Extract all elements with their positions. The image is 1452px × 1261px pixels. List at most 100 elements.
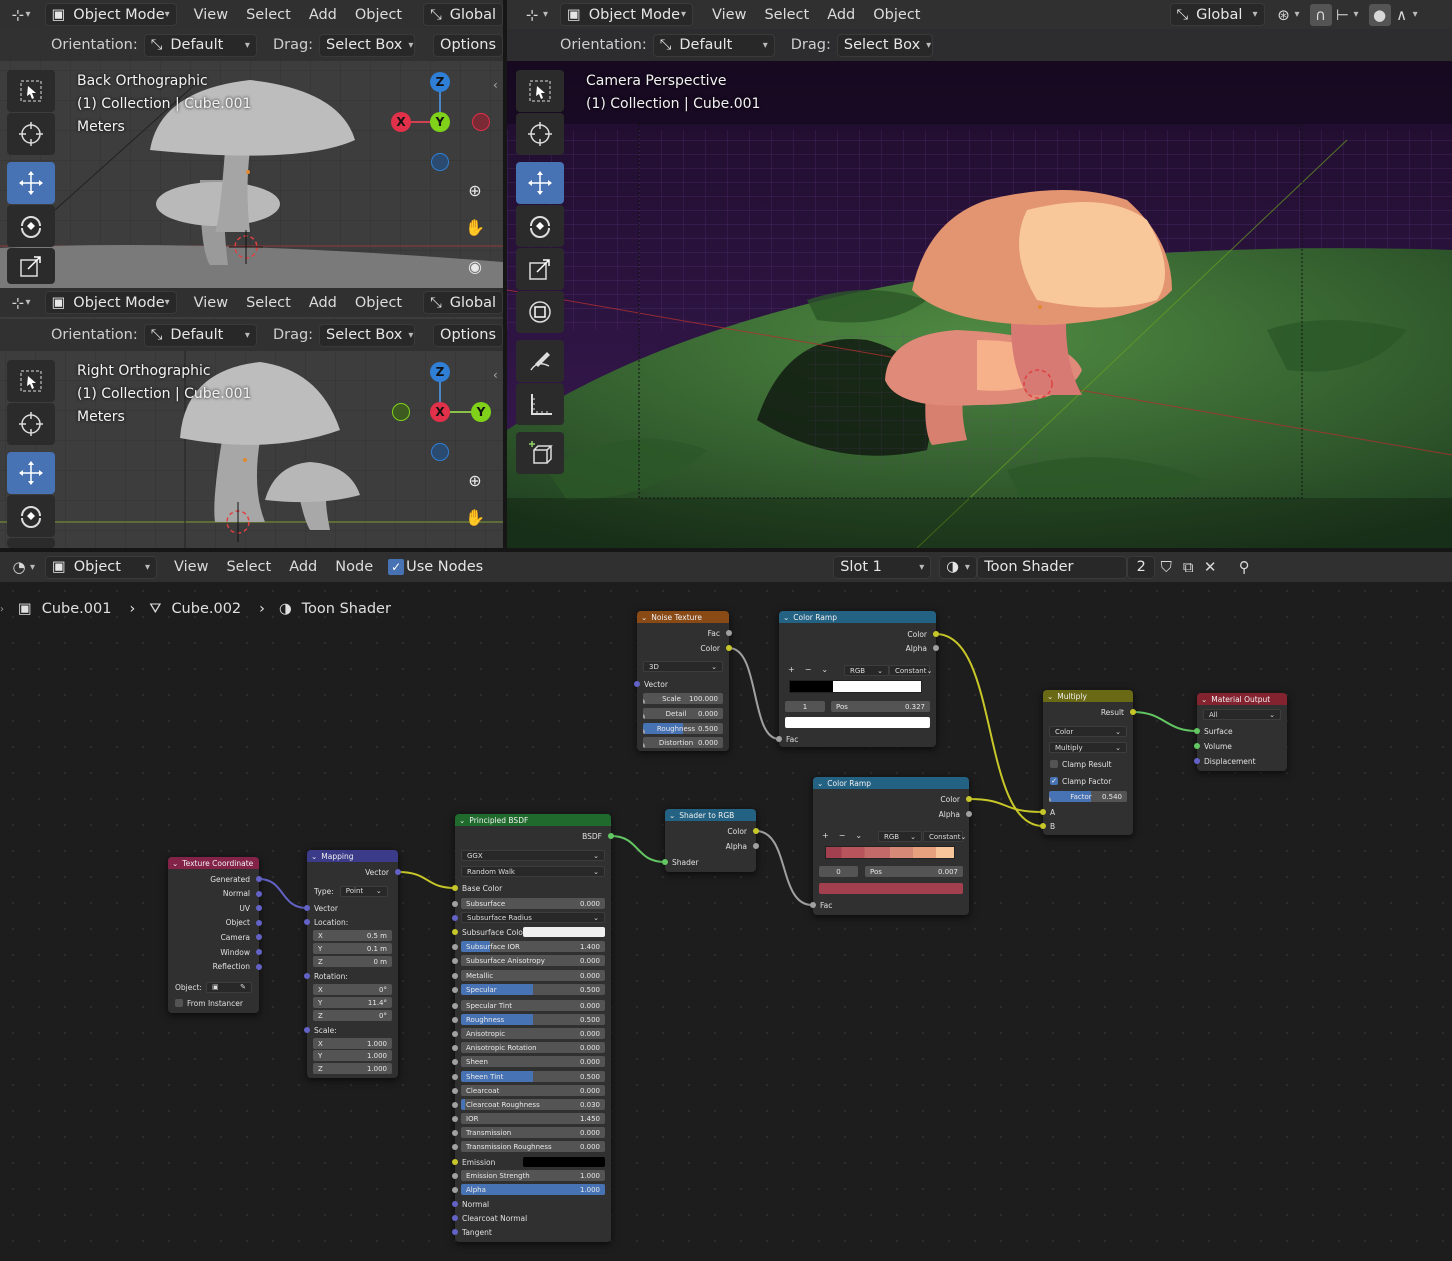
socket-metallic-in[interactable] — [452, 973, 458, 979]
socket-shader-in[interactable] — [662, 859, 668, 865]
transmission-roughness-field[interactable]: Transmission Roughness 0.000 — [461, 1141, 605, 1152]
node-header[interactable]: ⌄ Principled BSDF — [455, 814, 611, 826]
stop-index-field[interactable]: 0 — [819, 866, 858, 877]
stop-color-swatch[interactable] — [819, 883, 963, 894]
rotation-z-field[interactable]: Z 0° — [313, 1010, 392, 1021]
socket-color-out[interactable] — [726, 645, 732, 651]
socket-transmission-in[interactable] — [452, 1130, 458, 1136]
location-x-field[interactable]: X 0.5 m — [313, 930, 392, 941]
subsurface-color-swatch[interactable] — [523, 927, 605, 937]
node-header[interactable]: ⌄ Shader to RGB — [665, 809, 756, 821]
node-header[interactable]: ⌄ Noise Texture — [637, 611, 729, 623]
node-texture-coordinate[interactable]: ⌄ Texture Coordinate Generated Normal UV Obj… — [168, 857, 262, 1013]
socket-b-in[interactable] — [1040, 823, 1046, 829]
scale-z-field[interactable]: Z 1.000 — [313, 1063, 392, 1074]
socket-displacement-in[interactable] — [1194, 758, 1200, 764]
socket-sheen-in[interactable] — [452, 1059, 458, 1065]
socket-clearcoat-roughness-in[interactable] — [452, 1102, 458, 1108]
node-header[interactable]: ⌄ Texture Coordinate — [168, 857, 259, 869]
detail-field[interactable]: Detail 0.000 — [643, 708, 723, 719]
stop-index-field[interactable]: 1 — [785, 701, 825, 712]
socket-distortion-in[interactable] — [643, 742, 645, 748]
ior-field[interactable]: IOR 1.450 — [461, 1113, 605, 1124]
socket-location-in[interactable] — [304, 919, 310, 925]
socket-color-out[interactable] — [933, 631, 939, 637]
location-y-field[interactable]: Y 0.1 m — [313, 943, 392, 954]
scale-field[interactable]: Scale 100.000 — [643, 693, 723, 704]
socket-color-out[interactable] — [966, 796, 972, 802]
metallic-field[interactable]: Metallic 0.000 — [461, 970, 605, 981]
eyedropper-icon[interactable]: ✎ — [240, 983, 246, 991]
socket-result-out[interactable] — [1130, 709, 1136, 715]
add-stop-button[interactable]: + — [822, 831, 829, 840]
socket-rotation-in[interactable] — [304, 973, 310, 979]
socket-bsdf-out[interactable] — [608, 833, 614, 839]
socket-specular-in[interactable] — [452, 987, 458, 993]
socket-vector-in[interactable] — [304, 905, 310, 911]
specular-tint-field[interactable]: Specular Tint 0.000 — [461, 1000, 605, 1011]
socket-alpha-out[interactable] — [933, 645, 939, 651]
socket-alpha-in[interactable] — [452, 1187, 458, 1193]
type-dropdown[interactable]: Point ⌄ — [339, 885, 388, 897]
stop-pos-field[interactable]: Pos 0.007 — [865, 866, 963, 877]
node-color-ramp-2[interactable]: ⌄ Color Ramp Color Alpha + − ⌄ RGB ⌄ Constan… — [810, 777, 972, 915]
node-header[interactable]: ⌄ Material Output — [1197, 693, 1287, 705]
emission-swatch[interactable] — [523, 1157, 605, 1167]
interpolation-dropdown[interactable]: Constant ⌄ — [889, 665, 932, 676]
socket-alpha-out[interactable] — [966, 811, 972, 817]
node-mapping[interactable]: ⌄ Mapping Vector Type: Point ⌄ Vector Locat… — [304, 850, 401, 1078]
transmission-field[interactable]: Transmission 0.000 — [461, 1127, 605, 1138]
socket-object-out[interactable] — [256, 919, 262, 926]
alpha-field[interactable]: Alpha 1.000 — [461, 1184, 605, 1195]
from-instancer-row[interactable]: From Instancer — [168, 997, 259, 1009]
socket-subsurface-anisotropy-in[interactable] — [452, 958, 458, 964]
color-mode-dropdown[interactable]: RGB ⌄ — [844, 665, 889, 676]
node-noise-texture[interactable]: ⌄ Noise Texture Fac Color 3D ⌄ Vector Scal… — [634, 611, 732, 751]
rotation-x-field[interactable]: X 0° — [313, 984, 392, 995]
remove-stop-button[interactable]: − — [805, 665, 812, 674]
socket-fac-in[interactable] — [810, 902, 816, 908]
socket-normal-in[interactable] — [452, 1201, 458, 1207]
socket-ior-in[interactable] — [452, 1116, 458, 1122]
socket-emission-strength-in[interactable] — [452, 1173, 458, 1179]
anisotropic-field[interactable]: Anisotropic 0.000 — [461, 1028, 605, 1039]
scale-x-field[interactable]: X 1.000 — [313, 1038, 392, 1049]
node-header[interactable]: ⌄ Color Ramp — [779, 611, 936, 623]
socket-subsurface-in[interactable] — [452, 901, 458, 907]
socket-base-color-in[interactable] — [452, 885, 458, 891]
socket-alpha-out[interactable] — [753, 843, 759, 849]
add-stop-button[interactable]: + — [788, 665, 795, 674]
roughness-field[interactable]: Roughness 0.500 — [461, 1014, 605, 1025]
clamp-factor-row[interactable]: ✓ Clamp Factor — [1043, 775, 1133, 787]
remove-stop-button[interactable]: − — [839, 831, 846, 840]
socket-subsurface-ior-in[interactable] — [452, 944, 458, 950]
socket-clearcoat-normal-in[interactable] — [452, 1215, 458, 1221]
socket-sheen-tint-in[interactable] — [452, 1074, 458, 1080]
socket-vector-in[interactable] — [634, 681, 640, 687]
subsurface-method-dropdown[interactable]: Random Walk ⌄ — [461, 866, 605, 877]
scale-y-field[interactable]: Y 1.000 — [313, 1050, 392, 1061]
color-ramp-bar[interactable] — [789, 680, 922, 693]
subsurface-ior-field[interactable]: Subsurface IOR 1.400 — [461, 941, 605, 952]
socket-subsurface-radius-in[interactable] — [452, 915, 458, 921]
node-header[interactable]: ⌄ Color Ramp — [813, 777, 969, 789]
socket-tangent-in[interactable] — [452, 1229, 458, 1235]
sheen-field[interactable]: Sheen 0.000 — [461, 1056, 605, 1067]
rotation-y-field[interactable]: Y 11.4° — [313, 997, 392, 1008]
socket-fac-out[interactable] — [726, 630, 732, 636]
object-picker[interactable]: ▣ ✎ — [205, 981, 252, 993]
dimensions-dropdown[interactable]: 3D ⌄ — [643, 661, 723, 672]
anisotropic-rotation-field[interactable]: Anisotropic Rotation 0.000 — [461, 1042, 605, 1053]
node-shader-to-rgb[interactable]: ⌄ Shader to RGB Color Alpha Shader — [662, 809, 759, 872]
socket-volume-in[interactable] — [1194, 743, 1200, 749]
sheen-tint-field[interactable]: Sheen Tint 0.500 — [461, 1071, 605, 1082]
subsurface-anisotropy-field[interactable]: Subsurface Anisotropy 0.000 — [461, 955, 605, 966]
socket-clearcoat-in[interactable] — [452, 1088, 458, 1094]
socket-transmission-roughness-in[interactable] — [452, 1144, 458, 1150]
socket-detail-in[interactable] — [643, 713, 645, 719]
stop-color-swatch[interactable] — [785, 717, 930, 728]
socket-normal-out[interactable] — [256, 890, 262, 897]
location-z-field[interactable]: Z 0 m — [313, 956, 392, 967]
node-header[interactable]: ⌄ Mapping — [307, 850, 398, 862]
color-ramp-bar[interactable] — [825, 846, 955, 859]
